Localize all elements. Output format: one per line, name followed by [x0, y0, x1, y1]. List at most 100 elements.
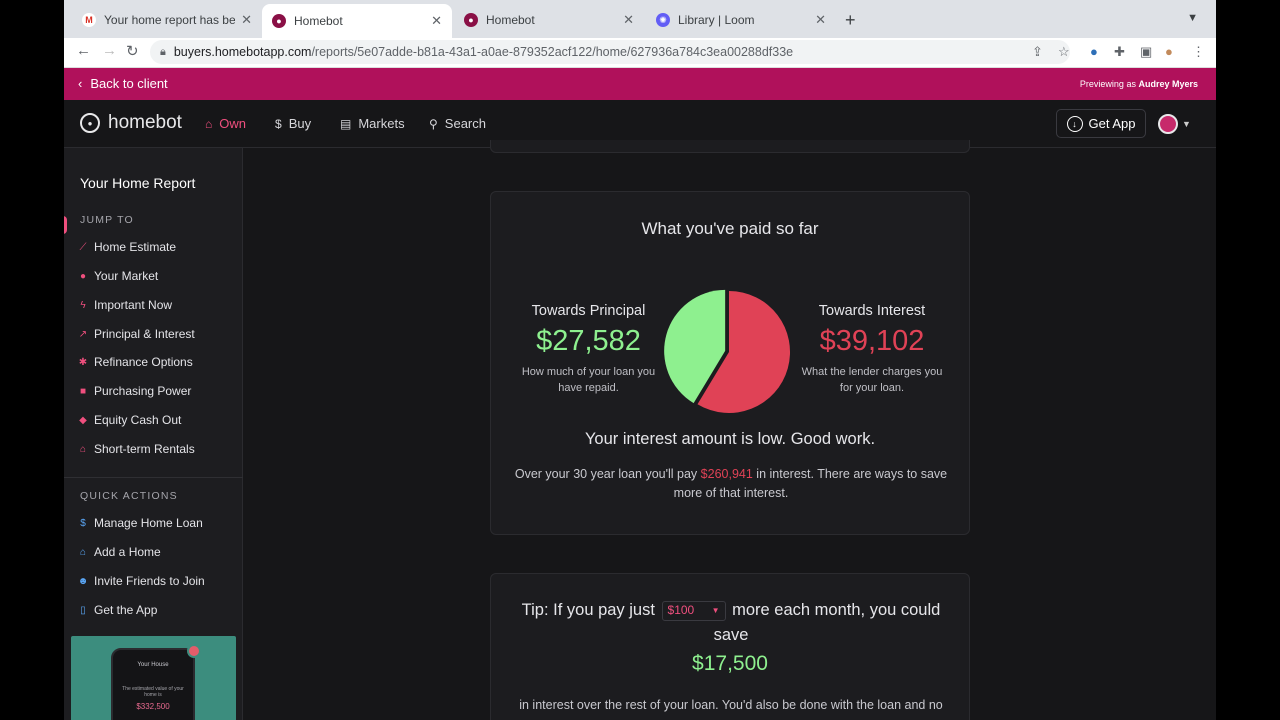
sidebar-title: Your Home Report [80, 175, 196, 191]
sidebar-item-get-the-app[interactable]: ▯ Get the App [77, 603, 157, 617]
close-icon[interactable]: ✕ [815, 12, 826, 28]
profile-avatar-icon[interactable]: ● [1165, 44, 1173, 59]
tab-label: Homebot [486, 13, 535, 27]
nav-own[interactable]: ⌂ Own [205, 116, 246, 131]
sidebar: Your Home Report JUMP TO ⟋ Home Estimate… [64, 148, 243, 720]
back-label: Back to client [90, 76, 168, 91]
select-value: $100 [667, 603, 695, 618]
sidebar-item-label: Add a Home [94, 545, 161, 559]
close-icon[interactable]: ✕ [241, 12, 252, 28]
trend-icon: ↗ [78, 328, 88, 340]
phone-icon: ▯ [80, 604, 86, 616]
sidebar-item-label: Manage Home Loan [94, 516, 203, 530]
nav-markets[interactable]: ▤ Markets [340, 116, 405, 131]
notification-badge [187, 644, 201, 658]
globe-extension-icon[interactable]: ● [1090, 44, 1098, 59]
sidebar-item-label: Short-term Rentals [94, 442, 195, 456]
tip-subtext: in interest over the rest of your loan. … [519, 698, 943, 712]
principal-label: Towards Principal [531, 303, 646, 319]
browser-tab-gmail[interactable]: M Your home report has been up ✕ [72, 6, 262, 34]
interest-status-message: Your interest amount is low. Good work. [584, 430, 876, 448]
get-app-label: Get App [1088, 116, 1136, 131]
homebot-icon: ● [464, 13, 478, 27]
preview-name: Audrey Myers [1138, 79, 1198, 89]
browser-tab-homebot[interactable]: ● Homebot ✕ [454, 6, 644, 34]
loom-icon: ✺ [656, 13, 670, 27]
caret-down-icon: ▼ [711, 606, 720, 616]
puzzle-icon[interactable]: ✚ [1114, 44, 1125, 60]
tab-label: Library | Loom [678, 13, 755, 27]
caret-down-icon: ▼ [1182, 119, 1191, 129]
homebot-logo-icon: ● [80, 113, 100, 133]
sidebar-item-home-estimate[interactable]: ⟋ Home Estimate [77, 240, 177, 254]
dollar-circle-icon: $ [275, 116, 282, 131]
sidepanel-icon[interactable]: ▣ [1140, 44, 1152, 60]
forward-arrow-icon[interactable]: → [102, 42, 117, 59]
sidebar-item-refinance-options[interactable]: ✱ Refinance Options [77, 355, 193, 369]
payment-pie-chart [664, 289, 791, 413]
nav-label: Buy [288, 116, 312, 131]
sidebar-item-important-now[interactable]: ϟ Important Now [77, 298, 172, 312]
browser-tab-homebot-active[interactable]: ● Homebot ✕ [262, 4, 452, 38]
sidebar-item-manage-home-loan[interactable]: $ Manage Home Loan [77, 516, 203, 530]
sidebar-item-label: Refinance Options [94, 355, 193, 369]
extra-payment-select[interactable]: $100 ▼ [661, 600, 726, 621]
search-icon: ⚲ [429, 116, 438, 131]
sidebar-item-label: Important Now [94, 298, 173, 312]
promo-value: $332,500 [136, 702, 170, 711]
reload-icon[interactable]: ↻ [126, 42, 139, 60]
card-title: What you've paid so far [641, 219, 819, 238]
sidebar-item-label: Home Estimate [94, 240, 177, 254]
close-icon[interactable]: ✕ [431, 13, 442, 29]
nav-label: Own [219, 116, 246, 131]
homebot-icon: ● [272, 14, 286, 28]
map-pin-icon: ● [79, 270, 87, 282]
back-to-client-link[interactable]: ‹ Back to client [78, 76, 168, 91]
browser-tab-bar: M Your home report has been up ✕ ● Homeb… [64, 0, 1216, 38]
tab-label: Your home report has been up [104, 13, 236, 27]
client-banner: ‹ Back to client Previewing as Audrey My… [64, 68, 1216, 100]
share-icon[interactable]: ⇪ [1032, 44, 1043, 60]
interest-column: Towards Interest $39,102 What the lender… [795, 303, 949, 396]
sidebar-item-label: Equity Cash Out [94, 413, 182, 427]
nav-label: Markets [358, 116, 405, 131]
chart-line-icon: ⟋ [79, 241, 87, 253]
add-home-icon: ⌂ [79, 546, 87, 558]
sidebar-item-principal-interest[interactable]: ↗ Principal & Interest [77, 327, 195, 341]
sidebar-item-short-term-rentals[interactable]: ⌂ Short-term Rentals [77, 442, 195, 456]
savings-amount: $17,500 [692, 652, 768, 675]
browser-tab-loom[interactable]: ✺ Library | Loom ✕ [646, 6, 836, 34]
interest-amount: $39,102 [819, 325, 925, 357]
account-menu[interactable]: ▼ [1158, 114, 1191, 134]
lightning-icon: ϟ [80, 299, 86, 311]
total-interest-value: $260,941 [700, 467, 753, 481]
url-path: /reports/5e07adde-b81a-43a1-a0ae-879352a… [311, 45, 794, 59]
sidebar-item-label: Your Market [94, 269, 159, 283]
sidebar-item-label: Purchasing Power [94, 384, 192, 398]
nav-search[interactable]: ⚲ Search [429, 116, 486, 131]
sidebar-item-equity-cash-out[interactable]: ◆ Equity Cash Out [77, 413, 181, 427]
back-arrow-icon[interactable]: ← [76, 42, 91, 59]
gmail-icon: M [82, 13, 96, 27]
new-tab-icon[interactable]: + [845, 10, 856, 31]
chevron-down-icon[interactable]: ▼ [1187, 12, 1198, 24]
summary-before: Over your 30 year loan you'll pay [514, 467, 698, 481]
previous-card-edge [490, 140, 970, 153]
star-icon[interactable]: ☆ [1058, 44, 1070, 60]
tab-label: Homebot [294, 14, 343, 28]
sidebar-item-invite-friends[interactable]: ☻ Invite Friends to Join [77, 574, 205, 588]
get-app-button[interactable]: ↓ Get App [1056, 109, 1146, 138]
url-field[interactable]: 🔒︎ buyers.homebotapp.com/reports/5e07add… [150, 40, 1070, 64]
tip-card: Tip: If you pay just $100 ▼ more each mo… [490, 573, 970, 720]
chevron-left-icon: ‹ [78, 76, 83, 91]
rental-home-icon: ⌂ [79, 443, 87, 455]
sidebar-item-purchasing-power[interactable]: ■ Purchasing Power [77, 384, 191, 398]
app-promo-image[interactable]: Your House The estimated value of your h… [71, 636, 236, 720]
sidebar-item-your-market[interactable]: ● Your Market [77, 269, 158, 283]
close-icon[interactable]: ✕ [623, 12, 634, 28]
dollar-icon: $ [80, 517, 86, 529]
homebot-logo[interactable]: ● homebot [80, 112, 182, 134]
kebab-menu-icon[interactable]: ⋮ [1192, 44, 1205, 60]
sidebar-item-add-a-home[interactable]: ⌂ Add a Home [77, 545, 161, 559]
nav-buy[interactable]: $ Buy [275, 116, 311, 131]
